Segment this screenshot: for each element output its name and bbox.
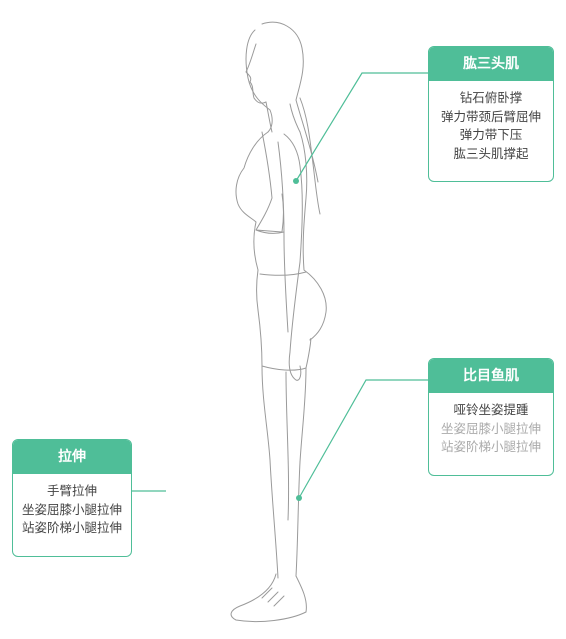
triceps-card: 肱三头肌 钻石俯卧撑 弹力带颈后臂屈伸 弹力带下压 肱三头肌撑起	[428, 46, 554, 182]
face	[245, 43, 267, 104]
triceps-card-body: 钻石俯卧撑 弹力带颈后臂屈伸 弹力带下压 肱三头肌撑起	[429, 81, 553, 169]
hair	[245, 21, 321, 215]
calf-anchor-dot	[296, 495, 302, 501]
shoe	[230, 573, 307, 623]
stretch-card-body: 手臂拉伸 坐姿屈膝小腿拉伸 站姿阶梯小腿拉伸	[13, 474, 131, 544]
triceps-card-title: 肱三头肌	[429, 47, 553, 81]
figure-outline	[230, 21, 327, 623]
triceps-leader-line	[295, 72, 428, 182]
legs	[261, 365, 307, 579]
neck	[265, 101, 301, 133]
triceps-exercise-item: 弹力带下压	[459, 127, 523, 142]
triceps-anchor-dot	[293, 178, 299, 184]
torso-front	[235, 131, 269, 311]
stretch-card-title: 拉伸	[13, 440, 131, 474]
calf-exercise-item: 哑铃坐姿提踵	[453, 402, 529, 417]
calf-card-body: 哑铃坐姿提踵 坐姿屈膝小腿拉伸 站姿阶梯小腿拉伸	[429, 393, 553, 463]
triceps-exercise-item: 弹力带颈后臂屈伸	[440, 108, 541, 124]
calf-card-title: 比目鱼肌	[429, 359, 553, 393]
stretch-exercise-item: 手臂拉伸	[46, 483, 97, 498]
stretch-exercise-item: 站姿阶梯小腿拉伸	[21, 520, 122, 535]
stretch-card: 拉伸 手臂拉伸 坐姿屈膝小腿拉伸 站姿阶梯小腿拉伸	[12, 439, 132, 557]
calf-card: 比目鱼肌 哑铃坐姿提踵 坐姿屈膝小腿拉伸 站姿阶梯小腿拉伸	[428, 358, 554, 476]
shorts	[257, 271, 312, 371]
triceps-exercise-item: 钻石俯卧撑	[459, 90, 523, 105]
arm	[277, 133, 303, 381]
calf-exercise-item: 坐姿屈膝小腿拉伸	[440, 420, 541, 436]
callout-lines	[132, 72, 428, 499]
stretch-exercise-item: 坐姿屈膝小腿拉伸	[21, 501, 122, 517]
sports-bra	[255, 131, 285, 234]
calf-leader-line	[298, 379, 428, 499]
triceps-exercise-item: 肱三头肌撑起	[453, 145, 529, 161]
calf-exercise-item: 站姿阶梯小腿拉伸	[440, 439, 541, 454]
